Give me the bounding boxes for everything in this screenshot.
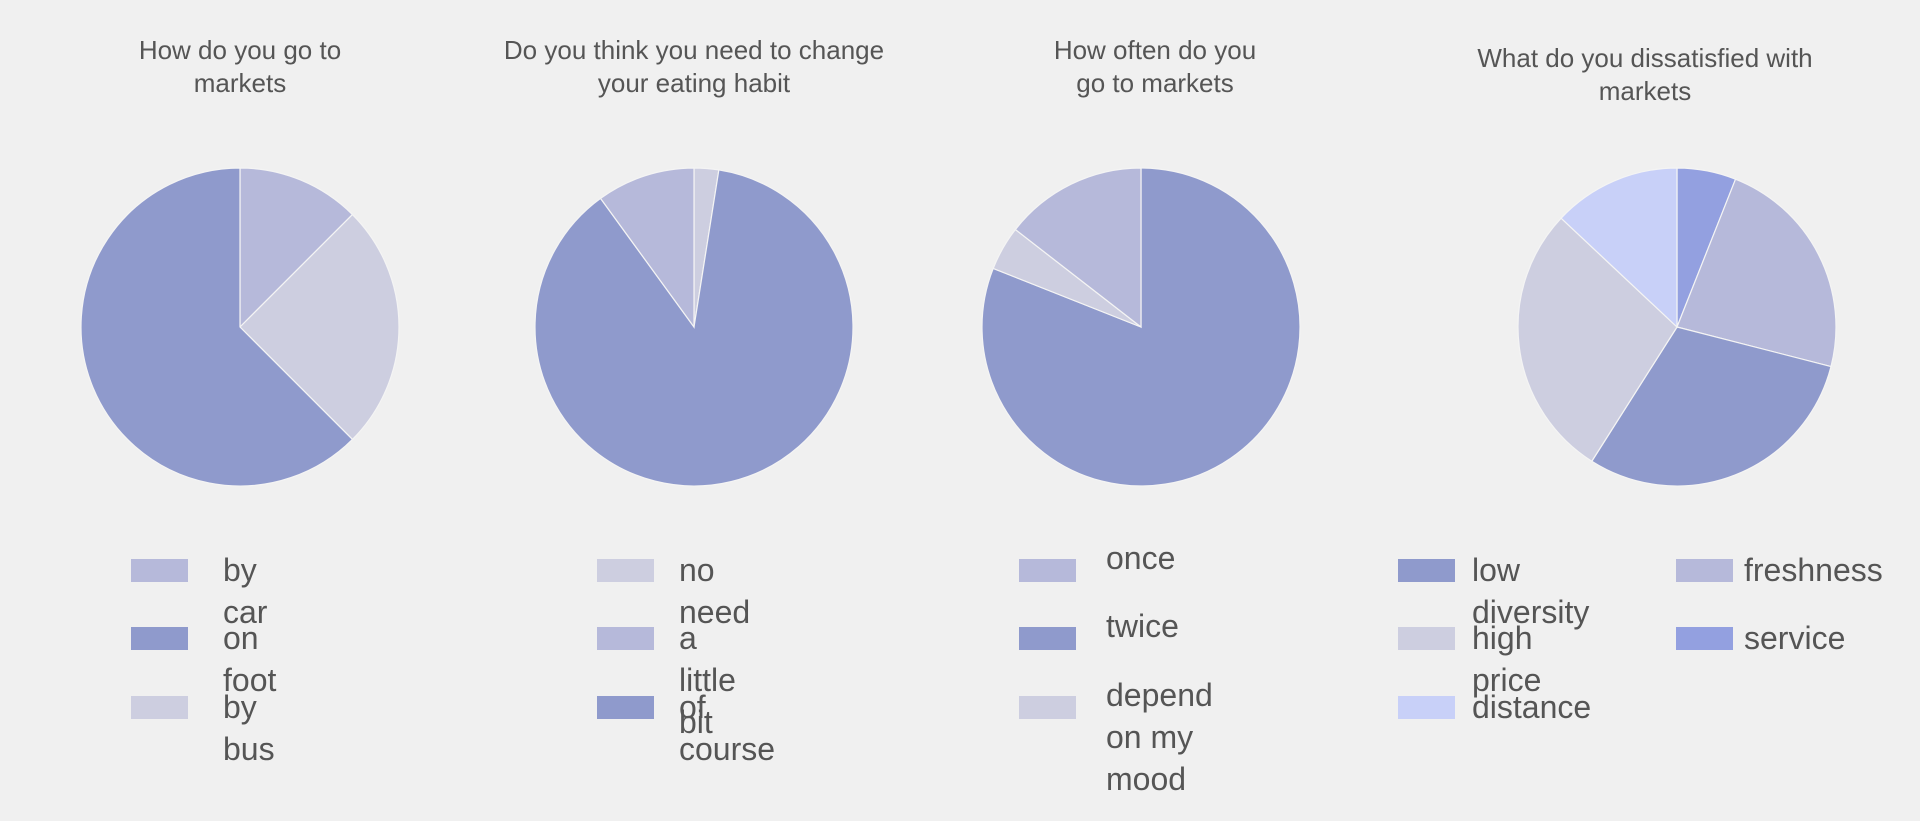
legend-label: service <box>1744 620 1846 656</box>
chart-title: How do you go to markets <box>138 35 342 98</box>
legend-swatch <box>1019 559 1076 582</box>
pie-chart <box>1517 167 1837 487</box>
legend-swatch <box>1019 627 1076 650</box>
legend-swatch <box>1019 696 1076 719</box>
legend-label: freshness <box>1744 552 1883 588</box>
legend-swatch <box>597 627 654 650</box>
legend-label: once <box>1106 540 1176 576</box>
legend-label: depend on my mood <box>1106 677 1213 797</box>
legend-swatch <box>1676 627 1733 650</box>
legend-swatch <box>131 627 188 650</box>
legend-swatch <box>1398 627 1455 650</box>
legend-label: of course <box>679 689 776 767</box>
legend-swatch <box>1398 559 1455 582</box>
legend-label: twice <box>1106 608 1179 644</box>
pie-chart <box>981 167 1301 487</box>
legend-label: distance <box>1472 689 1592 725</box>
chart-title: What do you dissatisfied with markets <box>1477 43 1813 106</box>
legend-swatch <box>597 696 654 719</box>
pie-chart <box>534 167 854 487</box>
chart-title: Do you think you need to change your eat… <box>503 35 885 98</box>
legend-swatch <box>597 559 654 582</box>
legend-label: by bus <box>223 689 275 767</box>
legend-swatch <box>1676 559 1733 582</box>
chart-title: How often do you go to markets <box>1053 35 1257 98</box>
pie-chart <box>80 167 400 487</box>
legend-swatch <box>131 559 188 582</box>
legend-swatch <box>1398 696 1455 719</box>
legend-swatch <box>131 696 188 719</box>
